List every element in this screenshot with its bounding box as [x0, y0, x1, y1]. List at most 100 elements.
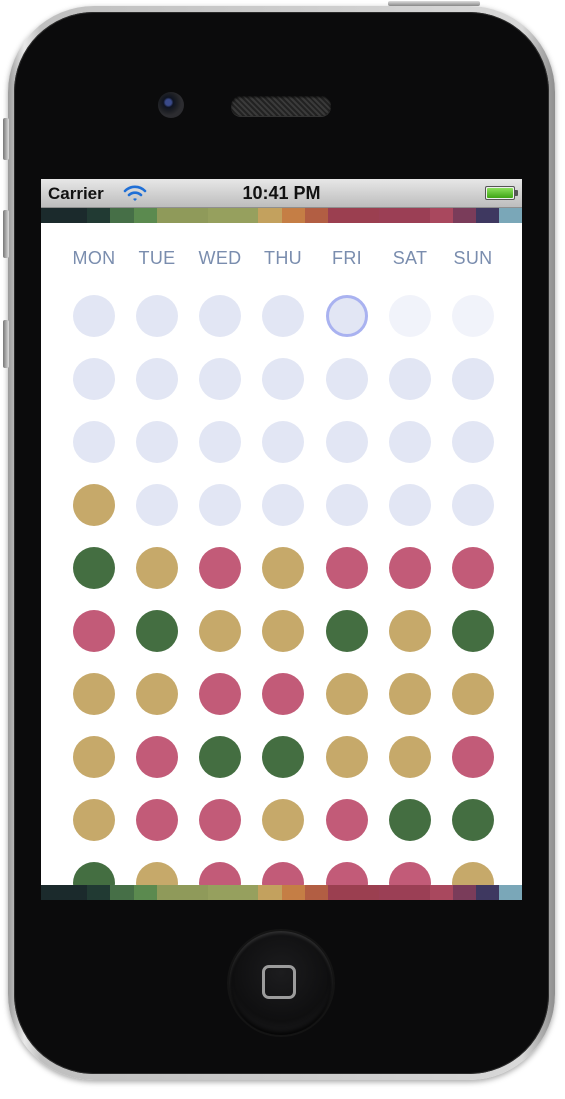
day-dot-pink[interactable]: [389, 547, 431, 589]
day-dot-gold[interactable]: [389, 673, 431, 715]
day-dot-gold[interactable]: [73, 799, 115, 841]
home-square-icon: [262, 965, 296, 999]
day-dot-pink[interactable]: [199, 673, 241, 715]
day-dot-empty[interactable]: [199, 484, 241, 526]
day-dot-pink[interactable]: [452, 547, 494, 589]
day-dot-pink[interactable]: [452, 736, 494, 778]
weekday-label-thu: THU: [264, 248, 302, 268]
day-dot-empty[interactable]: [73, 358, 115, 400]
day-dot-empty[interactable]: [389, 484, 431, 526]
day-dot-empty[interactable]: [136, 358, 178, 400]
day-dot-empty[interactable]: [326, 421, 368, 463]
day-dot-empty[interactable]: [73, 295, 115, 337]
day-dot-gold[interactable]: [326, 736, 368, 778]
day-dot-green[interactable]: [136, 610, 178, 652]
day-dot-green[interactable]: [73, 547, 115, 589]
day-dot-empty[interactable]: [262, 421, 304, 463]
day-dot-gold[interactable]: [389, 736, 431, 778]
day-dot-gold[interactable]: [199, 610, 241, 652]
color-palette-strip-top: [41, 208, 522, 223]
day-dot-empty[interactable]: [199, 295, 241, 337]
day-dot-empty[interactable]: [199, 421, 241, 463]
day-dot-gold[interactable]: [136, 547, 178, 589]
day-dot-empty[interactable]: [452, 358, 494, 400]
day-dot-empty[interactable]: [389, 358, 431, 400]
day-dot-empty[interactable]: [389, 421, 431, 463]
weekday-label-sun: SUN: [453, 248, 493, 268]
today-day-dot[interactable]: [326, 295, 368, 337]
day-dot-gold[interactable]: [389, 610, 431, 652]
weekday-label-sat: SAT: [392, 248, 428, 268]
day-dot-future[interactable]: [389, 295, 431, 337]
day-dot-green[interactable]: [262, 736, 304, 778]
day-dot-future[interactable]: [452, 295, 494, 337]
day-dot-pink[interactable]: [199, 547, 241, 589]
palette-swatch: [156, 885, 208, 900]
day-dot-gold[interactable]: [452, 673, 494, 715]
day-dot-green[interactable]: [452, 610, 494, 652]
day-dot-green[interactable]: [389, 799, 431, 841]
day-dot-empty[interactable]: [136, 484, 178, 526]
day-dot-empty[interactable]: [326, 358, 368, 400]
palette-swatch: [281, 885, 305, 900]
day-dot-pink[interactable]: [326, 547, 368, 589]
day-dot-pink[interactable]: [326, 799, 368, 841]
day-dot-empty[interactable]: [326, 484, 368, 526]
day-dot-green[interactable]: [199, 736, 241, 778]
day-dot-pink[interactable]: [262, 673, 304, 715]
day-dot-empty[interactable]: [136, 295, 178, 337]
day-dot-empty[interactable]: [262, 295, 304, 337]
palette-swatch: [41, 208, 65, 223]
day-dot-gold[interactable]: [262, 799, 304, 841]
weekday-label-fri: FRI: [332, 248, 362, 268]
palette-swatch: [41, 885, 65, 900]
status-bar: Carrier 10:41 PM: [41, 179, 522, 208]
day-dot-gold[interactable]: [73, 484, 115, 526]
day-dot-empty[interactable]: [262, 484, 304, 526]
day-dot-pink[interactable]: [73, 610, 115, 652]
day-dot-pink[interactable]: [136, 736, 178, 778]
palette-swatch: [207, 208, 259, 223]
weekday-label-wed: WED: [198, 248, 242, 268]
weekday-label-mon: MON: [72, 248, 116, 268]
palette-swatch: [110, 885, 134, 900]
day-dot-empty[interactable]: [136, 421, 178, 463]
volume-up-button: [3, 210, 9, 258]
day-dot-green[interactable]: [326, 610, 368, 652]
day-dot-gold[interactable]: [262, 610, 304, 652]
day-dot-gold[interactable]: [326, 673, 368, 715]
palette-swatch: [378, 885, 430, 900]
day-dot-gold[interactable]: [136, 673, 178, 715]
battery-icon: [485, 186, 518, 200]
palette-swatch: [475, 208, 499, 223]
palette-swatch: [87, 208, 111, 223]
front-camera: [158, 92, 184, 118]
day-dot-empty[interactable]: [199, 358, 241, 400]
day-dot-empty[interactable]: [73, 421, 115, 463]
day-dot-empty[interactable]: [452, 484, 494, 526]
day-dot-empty[interactable]: [262, 358, 304, 400]
battery-level-fill: [487, 188, 513, 198]
color-palette-strip-bottom: [41, 885, 522, 900]
palette-swatch: [452, 885, 476, 900]
palette-swatch: [452, 208, 476, 223]
day-dot-gold[interactable]: [262, 547, 304, 589]
status-time: 10:41 PM: [242, 183, 321, 203]
palette-swatch: [498, 208, 522, 223]
day-dot-pink[interactable]: [136, 799, 178, 841]
day-dot-green[interactable]: [452, 799, 494, 841]
day-dot-gold[interactable]: [73, 673, 115, 715]
palette-swatch: [156, 208, 208, 223]
volume-down-button: [3, 320, 9, 368]
palette-swatch: [327, 885, 379, 900]
day-dot-pink[interactable]: [199, 799, 241, 841]
day-dot-gold[interactable]: [73, 736, 115, 778]
home-button[interactable]: [229, 931, 333, 1035]
palette-swatch: [258, 885, 282, 900]
palette-swatch: [378, 208, 430, 223]
day-dot-empty[interactable]: [452, 421, 494, 463]
sleep-button: [388, 1, 480, 6]
weekday-label-tue: TUE: [138, 248, 176, 268]
palette-swatch: [281, 208, 305, 223]
palette-swatch: [498, 885, 522, 900]
